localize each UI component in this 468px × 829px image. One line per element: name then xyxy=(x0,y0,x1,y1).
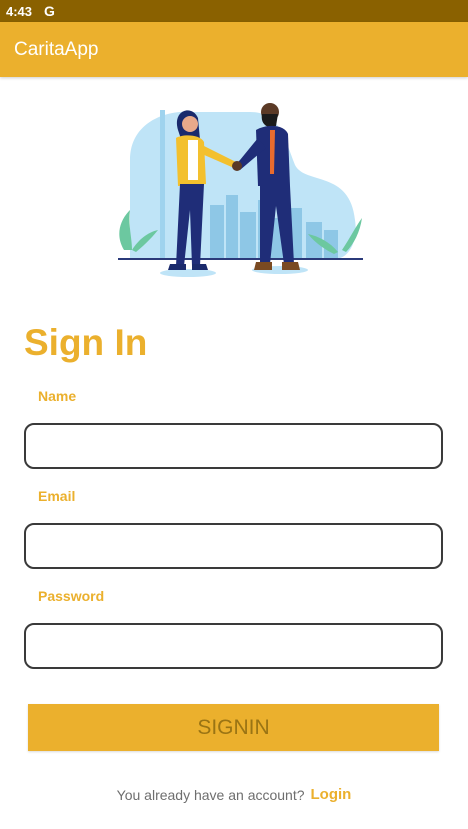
login-link[interactable]: Login xyxy=(311,786,352,803)
status-bar: 4:43 G xyxy=(0,0,468,22)
app-title: CaritaApp xyxy=(14,38,99,60)
app-bar: CaritaApp xyxy=(0,22,468,77)
login-prompt-text: You already have an account? xyxy=(116,786,305,803)
name-field[interactable] xyxy=(24,423,443,469)
email-field[interactable] xyxy=(24,523,443,569)
google-icon: G xyxy=(44,3,55,19)
name-label: Name xyxy=(38,388,77,404)
email-label: Email xyxy=(38,488,76,504)
signin-button[interactable]: SIGNIN xyxy=(28,704,439,751)
status-time: 4:43 xyxy=(6,3,33,19)
password-field[interactable] xyxy=(24,623,443,669)
page-title: Sign In xyxy=(24,322,148,363)
handshake-illustration xyxy=(110,100,366,280)
login-prompt: You already have an account? Login xyxy=(0,786,468,803)
password-label: Password xyxy=(38,588,105,604)
